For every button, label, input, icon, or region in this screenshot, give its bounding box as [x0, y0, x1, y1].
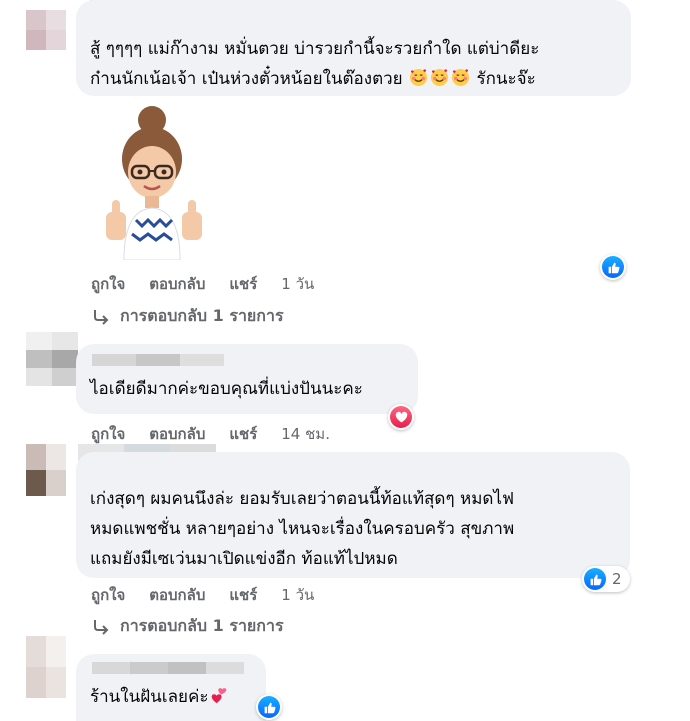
- comment-bubble: เก่งสุดๆ ผมคนนึงล่ะ ยอมรับเลยว่าตอนนี้ท้…: [76, 452, 630, 578]
- commenter-avatar[interactable]: [26, 444, 66, 496]
- commenter-avatar[interactable]: [26, 332, 78, 386]
- reaction-badge[interactable]: 2: [582, 566, 630, 592]
- reaction-badge[interactable]: [256, 694, 282, 720]
- comment-text-segment: ร้านในฝันเลยค่ะ: [90, 687, 209, 707]
- view-replies-label[interactable]: การตอบกลับ 1 รายการ: [120, 614, 284, 639]
- share-link[interactable]: แชร์: [229, 272, 257, 296]
- reply-arrow-icon: [94, 309, 109, 325]
- reaction-badge[interactable]: [388, 404, 414, 430]
- view-replies-label[interactable]: การตอบกลับ 1 รายการ: [120, 304, 284, 329]
- like-icon: [602, 256, 624, 278]
- reply-link[interactable]: ตอบกลับ: [149, 272, 205, 296]
- comment-text-line: ร้านในฝันเลยค่ะ: [90, 682, 252, 712]
- comment-bubble: สู้ ๆๆๆๆ แม่ก๊างาม หมั่นตวย บ่ารวยกำนี้จ…: [76, 0, 631, 96]
- reply-link[interactable]: ตอบกลับ: [149, 583, 205, 607]
- like-link[interactable]: ถูกใจ: [91, 583, 125, 607]
- comment-actions: ถูกใจ ตอบกลับ แชร์ 1 วัน: [91, 272, 314, 296]
- view-replies-link[interactable]: การตอบกลับ 1 รายการ: [92, 614, 284, 639]
- two-hearts-icon: [211, 688, 226, 704]
- reply-link[interactable]: ตอบกลับ: [149, 422, 205, 446]
- comment-text-segment: ก๋านนักเน้อเจ้า เป๋นห่วงตั๋วหน้อยในต๊องต…: [90, 69, 403, 89]
- like-icon: [584, 568, 606, 590]
- love-icon: [390, 406, 412, 428]
- reply-arrow-icon: [94, 619, 109, 635]
- timestamp[interactable]: 14 ชม.: [281, 422, 330, 446]
- reaction-count: 2: [612, 570, 622, 588]
- smiling-face-with-hearts-icon: [451, 68, 470, 87]
- like-link[interactable]: ถูกใจ: [91, 272, 125, 296]
- timestamp[interactable]: 1 วัน: [281, 583, 314, 607]
- commenter-avatar[interactable]: [26, 10, 66, 50]
- avatar-sticker[interactable]: [100, 104, 220, 260]
- comment-actions: ถูกใจ ตอบกลับ แชร์ 14 ชม.: [91, 422, 330, 446]
- comment-text-segment: รักนะจ๊ะ: [476, 69, 536, 89]
- view-replies-link[interactable]: การตอบกลับ 1 รายการ: [92, 304, 284, 329]
- reaction-badge[interactable]: [600, 254, 626, 280]
- smiling-face-with-hearts-icon: [409, 68, 428, 87]
- share-link[interactable]: แชร์: [229, 422, 257, 446]
- comment-text-line: หมดแพชชั่น หลายๆอย่าง ไหนจะเรื่องในครอบค…: [90, 519, 515, 539]
- like-link[interactable]: ถูกใจ: [91, 422, 125, 446]
- commenter-name-blurred[interactable]: [92, 354, 224, 366]
- like-icon: [258, 696, 280, 718]
- comment-text-line: ก๋านนักเน้อเจ้า เป๋นห่วงตั๋วหน้อยในต๊องต…: [90, 64, 617, 94]
- comment-text-line: สู้ ๆๆๆๆ แม่ก๊างาม หมั่นตวย บ่ารวยกำนี้จ…: [90, 39, 540, 59]
- commenter-name-blurred[interactable]: [92, 662, 244, 674]
- smiling-face-with-hearts-icon: [430, 68, 449, 87]
- comment-text-line: ไอเดียดีมากค่ะขอบคุณที่แบ่งปันนะคะ: [90, 379, 363, 399]
- comment-text-line: แถมยังมีเซเว่นมาเปิดแข่งอีก ท้อแท้ไปหมด: [90, 549, 398, 569]
- commenter-avatar[interactable]: [26, 636, 66, 698]
- comment-text-line: เก่งสุดๆ ผมคนนึงล่ะ ยอมรับเลยว่าตอนนี้ท้…: [90, 489, 515, 509]
- share-link[interactable]: แชร์: [229, 583, 257, 607]
- comment-actions: ถูกใจ ตอบกลับ แชร์ 1 วัน: [91, 583, 314, 607]
- timestamp[interactable]: 1 วัน: [281, 272, 314, 296]
